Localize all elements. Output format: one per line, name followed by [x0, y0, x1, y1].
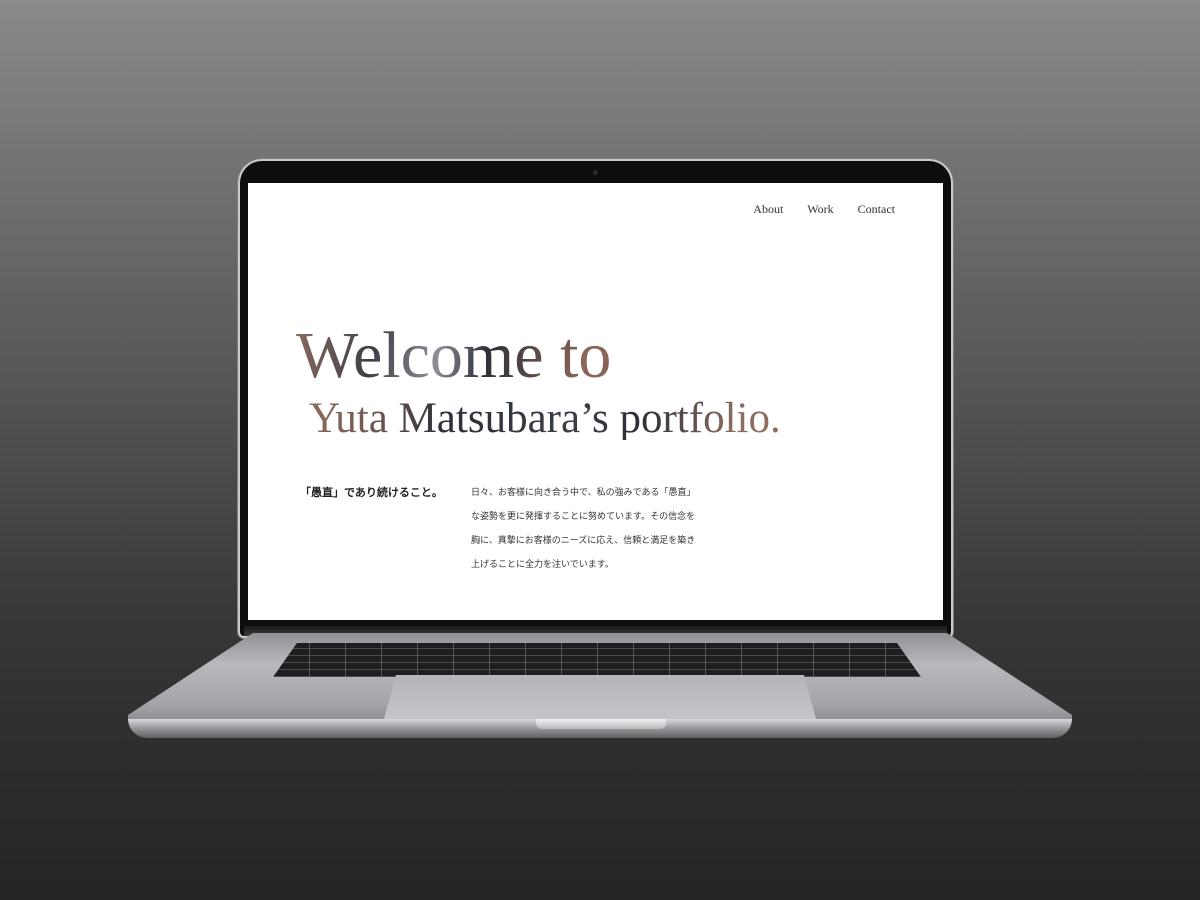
laptop-opening-notch	[536, 719, 666, 729]
hero-title-line-1: Welcome to	[296, 319, 612, 392]
intro-line: 上げることに全力を注いでいます。	[471, 560, 614, 570]
intro-line: 日々、お客様に向き合う中で、私の強みである「愚直」	[471, 488, 696, 498]
nav-work[interactable]: Work	[807, 202, 833, 217]
hero-title-line-2: Yuta Matsubara’s portfolio.	[309, 395, 781, 442]
laptop-keyboard	[273, 643, 921, 677]
top-nav: About Work Contact	[753, 202, 895, 217]
tagline: 「愚直」であり続けること。	[300, 486, 443, 499]
nav-contact[interactable]: Contact	[858, 202, 895, 217]
intro-line: な姿勢を更に発揮することに努めています。その信念を	[471, 512, 696, 522]
laptop-screen: About Work Contact Welcome to Yuta Matsu…	[248, 183, 943, 620]
intro-paragraph: 日々、お客様に向き合う中で、私の強みである「愚直」 な姿勢を更に発揮することに努…	[471, 481, 721, 577]
nav-about[interactable]: About	[753, 202, 783, 217]
laptop-trackpad	[384, 675, 816, 719]
intro-line: 胸に、真摯にお客様のニーズに応え、信頼と満足を築き	[471, 536, 696, 546]
camera-icon	[593, 170, 598, 175]
